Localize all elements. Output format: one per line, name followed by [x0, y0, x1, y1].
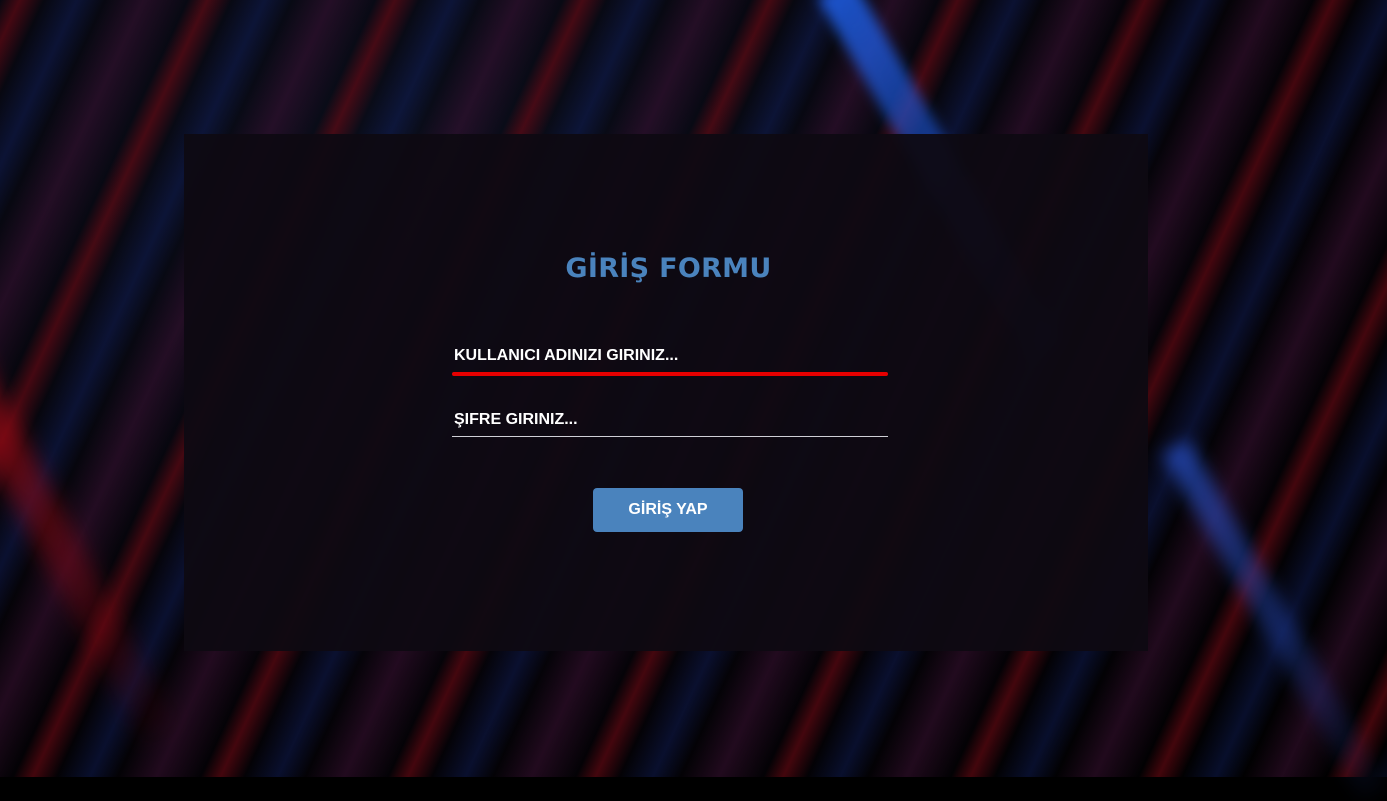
password-input[interactable] — [452, 406, 888, 434]
login-button[interactable]: GİRİŞ YAP — [593, 488, 743, 532]
login-panel — [184, 134, 1148, 651]
username-field-wrapper — [452, 342, 888, 376]
username-input[interactable] — [452, 342, 888, 370]
form-title: GİRİŞ FORMU — [565, 253, 772, 284]
password-underline — [452, 436, 888, 437]
username-underline — [452, 372, 888, 376]
password-field-wrapper — [452, 406, 888, 437]
